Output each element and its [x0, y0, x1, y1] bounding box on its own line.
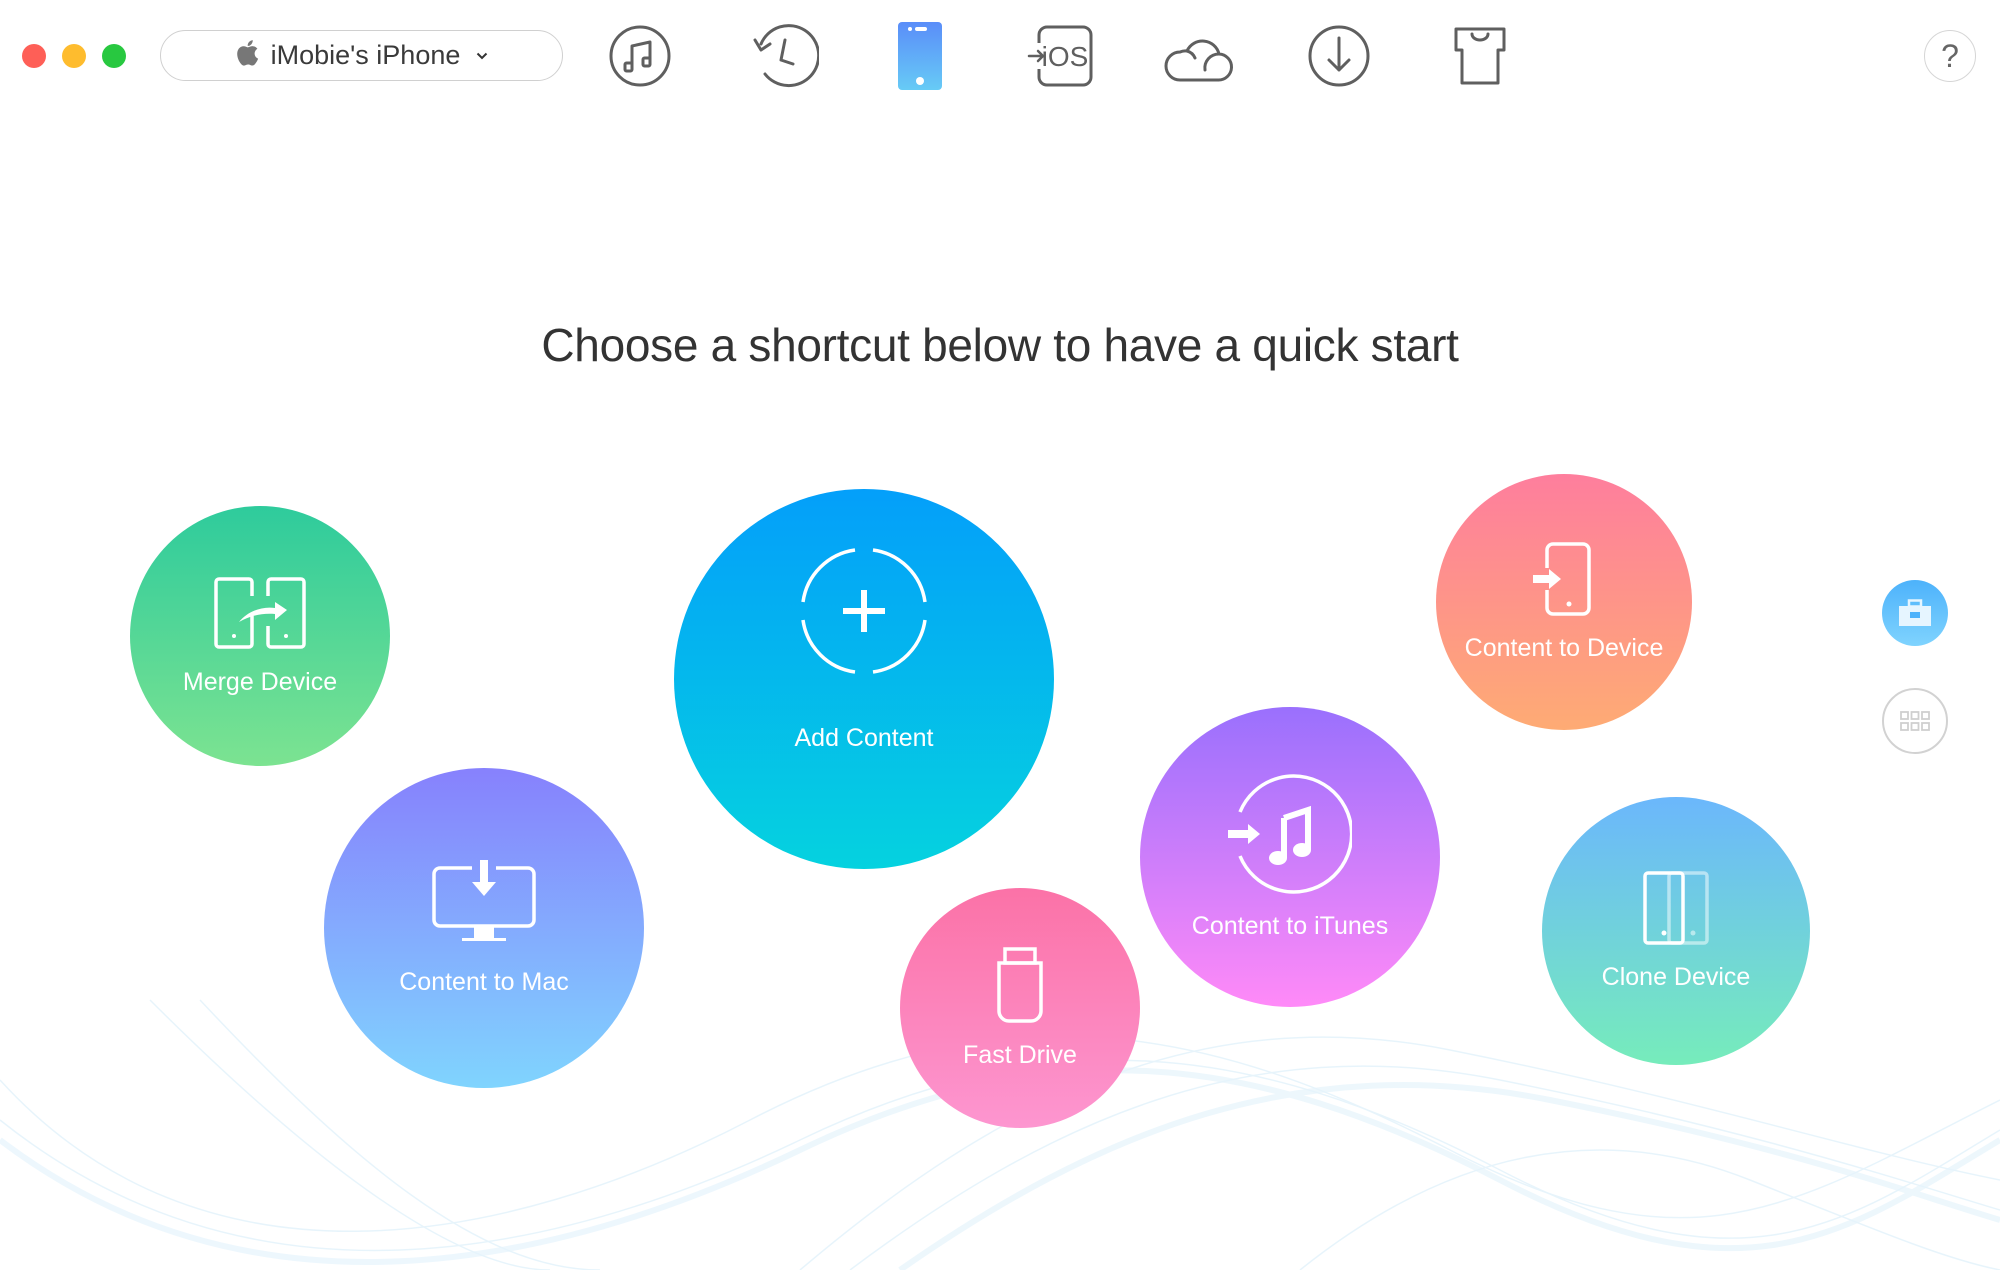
music-note-icon — [609, 25, 671, 87]
toolbar-ios-mover-button[interactable]: iOS — [1020, 16, 1100, 96]
shortcut-clone-device[interactable]: Clone Device — [1542, 797, 1810, 1065]
toolbar-downloader-button[interactable] — [1299, 16, 1379, 96]
cloud-icon — [1164, 39, 1233, 82]
itunes-import-icon — [1228, 773, 1352, 894]
toolkit-view-button[interactable] — [1882, 580, 1948, 646]
device-selector[interactable]: iMobie's iPhone — [160, 30, 563, 81]
history-clock-icon — [753, 24, 819, 88]
tshirt-icon — [1454, 27, 1506, 85]
clone-device-icon — [1643, 870, 1709, 945]
shortcut-content-to-device[interactable]: Content to Device — [1436, 474, 1692, 730]
usb-drive-icon — [997, 946, 1043, 1023]
zoom-window-button[interactable] — [102, 44, 126, 68]
close-window-button[interactable] — [22, 44, 46, 68]
shortcut-content-to-itunes[interactable]: Content to iTunes — [1140, 707, 1440, 1007]
shortcut-label: Add Content — [794, 723, 934, 752]
shortcut-add-content[interactable]: Add Content — [674, 489, 1054, 869]
add-plus-icon — [801, 547, 927, 674]
shortcut-label: Content to Mac — [399, 967, 569, 996]
device-name: iMobie's iPhone — [270, 40, 461, 70]
shortcut-merge-device[interactable]: Merge Device — [130, 506, 390, 766]
apple-icon — [235, 39, 259, 72]
merge-device-icon — [214, 576, 306, 649]
shortcut-content-to-mac[interactable]: Content to Mac — [324, 768, 644, 1088]
toolbar-icloud-button[interactable] — [1158, 16, 1238, 96]
shortcut-fast-drive[interactable]: Fast Drive — [900, 888, 1140, 1128]
toolbar-itunes-library-button[interactable] — [600, 16, 680, 96]
category-view-button[interactable] — [1882, 688, 1948, 754]
shortcut-label: Clone Device — [1601, 962, 1751, 991]
shortcut-label: Content to iTunes — [1191, 911, 1389, 940]
iphone-icon — [898, 22, 942, 90]
toolbar-ringtone-maker-button[interactable] — [1440, 16, 1520, 96]
to-ios-icon: iOS — [1027, 25, 1093, 87]
minimize-window-button[interactable] — [62, 44, 86, 68]
grid-icon — [1900, 711, 1930, 731]
shortcut-label: Merge Device — [182, 667, 338, 696]
shortcut-label: Content to Device — [1464, 633, 1664, 662]
phone-import-icon — [1533, 541, 1591, 616]
briefcase-icon — [1899, 599, 1931, 626]
download-circle-icon — [1308, 25, 1370, 87]
help-button[interactable]: ? — [1924, 30, 1976, 82]
chevron-down-icon — [476, 47, 488, 65]
shortcut-label: Fast Drive — [963, 1040, 1077, 1069]
toolbar-backup-history-button[interactable] — [743, 16, 823, 96]
page-headline: Choose a shortcut below to have a quick … — [541, 319, 1459, 371]
computer-download-icon — [432, 859, 536, 941]
toolbar-device-manager-button[interactable] — [880, 16, 960, 96]
svg-text:iOS: iOS — [1042, 41, 1089, 72]
